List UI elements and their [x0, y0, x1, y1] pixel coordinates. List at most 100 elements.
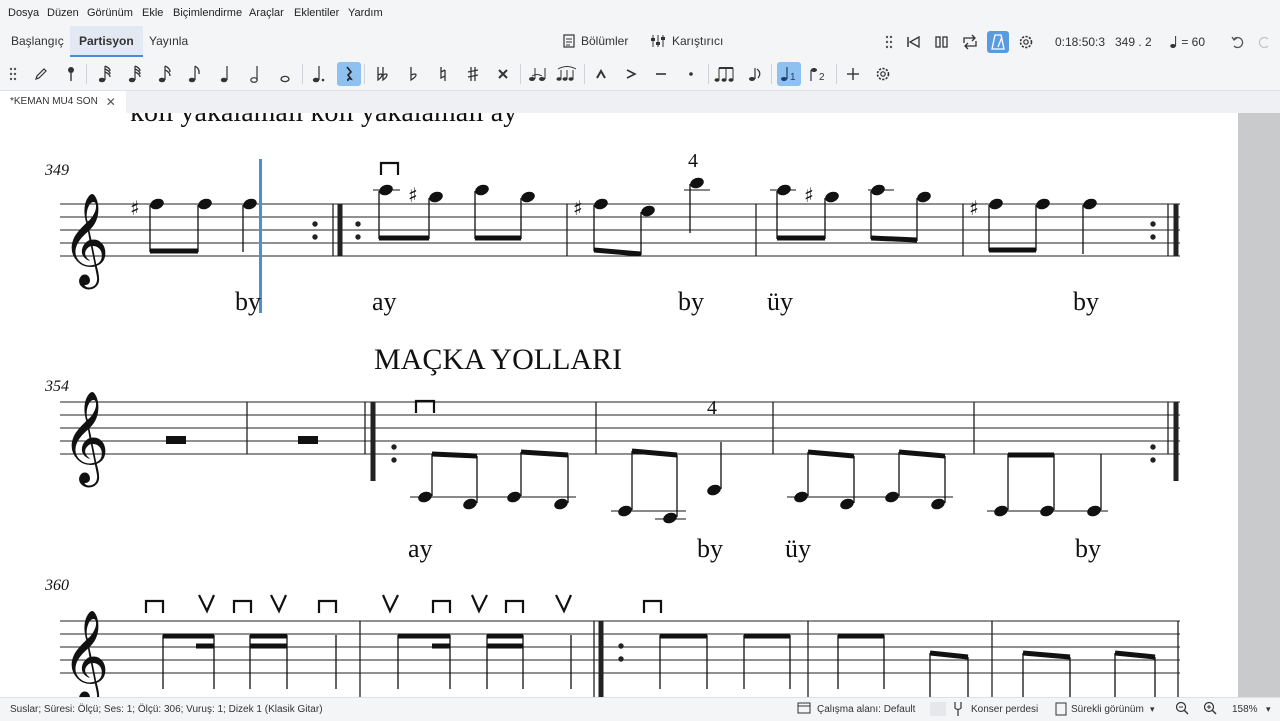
lyric-syllable[interactable]: by: [697, 534, 723, 563]
close-icon[interactable]: ✕: [106, 91, 116, 113]
playback-settings-icon[interactable]: [1015, 31, 1037, 53]
lyric-syllable[interactable]: by: [678, 287, 704, 316]
divider: [86, 64, 87, 84]
divider: [364, 64, 365, 84]
double-flat-icon[interactable]: [371, 62, 395, 86]
note-group[interactable]: [987, 452, 1108, 518]
lyric-syllable[interactable]: üy: [785, 534, 811, 563]
divider: [836, 64, 837, 84]
lyric-syllable[interactable]: üy: [767, 287, 793, 316]
vertical-scrollbar[interactable]: [1238, 113, 1280, 697]
tuning-fork-icon: [953, 701, 963, 720]
staccato-icon[interactable]: [679, 62, 703, 86]
pencil-icon[interactable]: [29, 62, 53, 86]
menu-tools[interactable]: Araçlar: [249, 7, 284, 19]
augmentation-dot-icon[interactable]: [307, 62, 331, 86]
menu-plugins[interactable]: Eklentiler: [294, 7, 339, 19]
svg-text:♯: ♯: [573, 196, 583, 220]
sixty-fourth-note-icon[interactable]: [93, 62, 117, 86]
zoom-in-icon[interactable]: [1203, 701, 1217, 718]
tie-icon[interactable]: [525, 62, 549, 86]
score-canvas[interactable]: koli yakalamalı koli yakalamalı ay 349 𝄞…: [0, 113, 1238, 697]
chevron-down-icon[interactable]: ▾: [1150, 704, 1155, 715]
note-group[interactable]: [410, 449, 576, 511]
zoom-level[interactable]: 158%: [1232, 704, 1258, 715]
svg-text:2: 2: [819, 72, 825, 83]
chevron-down-icon[interactable]: ▾: [1266, 704, 1271, 715]
note-group[interactable]: ♯: [373, 183, 536, 241]
note-group[interactable]: [787, 449, 953, 511]
menu-file[interactable]: Dosya: [8, 7, 39, 19]
eighth-note-icon[interactable]: [183, 62, 207, 86]
voice-1-icon[interactable]: 1: [777, 62, 801, 86]
lyric-syllable[interactable]: ay: [408, 534, 433, 563]
redo-icon[interactable]: [1253, 31, 1275, 53]
sharp-icon[interactable]: [461, 62, 485, 86]
drag-handle-icon[interactable]: [878, 31, 900, 53]
menu-edit[interactable]: Düzen: [47, 7, 79, 19]
natural-icon[interactable]: [431, 62, 455, 86]
whole-rest[interactable]: [166, 436, 318, 444]
tuplet-icon[interactable]: [713, 62, 737, 86]
mixer-button[interactable]: Karıştırıcı: [650, 34, 723, 48]
add-icon[interactable]: [841, 62, 865, 86]
undo-icon[interactable]: [1227, 31, 1249, 53]
menu-view[interactable]: Görünüm: [87, 7, 133, 19]
play-icon[interactable]: [931, 31, 953, 53]
note-group[interactable]: [162, 633, 1156, 697]
parts-button[interactable]: Bölümler: [563, 34, 628, 48]
zoom-out-icon[interactable]: [1175, 701, 1189, 718]
view-mode-dropdown[interactable]: Sürekli görünüm: [1071, 704, 1144, 715]
settings-gear-icon[interactable]: [871, 62, 895, 86]
mixer-icon: [651, 35, 665, 47]
rest-icon[interactable]: [337, 62, 361, 86]
metronome-icon[interactable]: [987, 31, 1009, 53]
flip-direction-icon[interactable]: [743, 62, 767, 86]
tab-publish[interactable]: Yayınla: [140, 26, 197, 57]
svg-text:♯: ♯: [130, 196, 140, 220]
lyric-syllable[interactable]: by: [235, 287, 261, 316]
tab-home[interactable]: Başlangıç: [2, 26, 73, 57]
flat-icon[interactable]: [401, 62, 425, 86]
marcato-icon[interactable]: [589, 62, 613, 86]
thirty-second-note-icon[interactable]: [123, 62, 147, 86]
note-input-mode-icon[interactable]: [59, 62, 83, 86]
sixteenth-note-icon[interactable]: [153, 62, 177, 86]
tab-score[interactable]: Partisyon: [70, 26, 143, 57]
whole-note-icon[interactable]: [273, 62, 297, 86]
workspace-selector[interactable]: Çalışma alanı: Default: [817, 704, 915, 715]
note-group[interactable]: ♯: [969, 196, 1098, 254]
concert-pitch-toggle[interactable]: [930, 702, 946, 716]
tempo-display: = 60: [1170, 35, 1205, 49]
menu-insert[interactable]: Ekle: [142, 7, 163, 19]
note-input-toolbar: 1 2: [0, 58, 1280, 91]
note-group[interactable]: ♯: [770, 183, 932, 243]
document-tab-title: *KEMAN MU4 SON: [10, 96, 98, 107]
rehearsal-mark-title[interactable]: MAÇKA YOLLARI: [374, 343, 622, 376]
loop-icon[interactable]: [959, 31, 981, 53]
slur-icon[interactable]: [555, 62, 579, 86]
document-tab[interactable]: *KEMAN MU4 SON ✕: [0, 91, 126, 113]
lyric-syllable[interactable]: ay: [372, 287, 397, 316]
svg-text:♯: ♯: [804, 183, 814, 207]
tenuto-icon[interactable]: [649, 62, 673, 86]
status-bar: Suslar; Süresi: Ölçü; Ses: 1; Ölçü: 306;…: [0, 697, 1280, 721]
staff-lines: [60, 401, 1180, 455]
double-sharp-icon[interactable]: [491, 62, 515, 86]
fingering-number: 4: [688, 150, 698, 172]
lyric-syllable[interactable]: by: [1075, 534, 1101, 563]
concert-pitch-label[interactable]: Konser perdesi: [971, 704, 1038, 715]
voice-2-icon[interactable]: 2: [807, 62, 831, 86]
cut-off-lyrics: koli yakalamalı koli yakalamalı ay: [130, 113, 517, 128]
document-icon: [563, 34, 575, 48]
rewind-icon[interactable]: [902, 31, 924, 53]
menu-help[interactable]: Yardım: [348, 7, 383, 19]
lyric-syllable[interactable]: by: [1073, 287, 1099, 316]
system-3: 360 𝄞: [44, 577, 1180, 697]
quarter-note-icon[interactable]: [213, 62, 237, 86]
accent-icon[interactable]: [619, 62, 643, 86]
half-note-icon[interactable]: [243, 62, 267, 86]
divider: [302, 64, 303, 84]
menu-format[interactable]: Biçimlendirme: [173, 7, 242, 19]
drag-handle-icon[interactable]: [1, 62, 25, 86]
